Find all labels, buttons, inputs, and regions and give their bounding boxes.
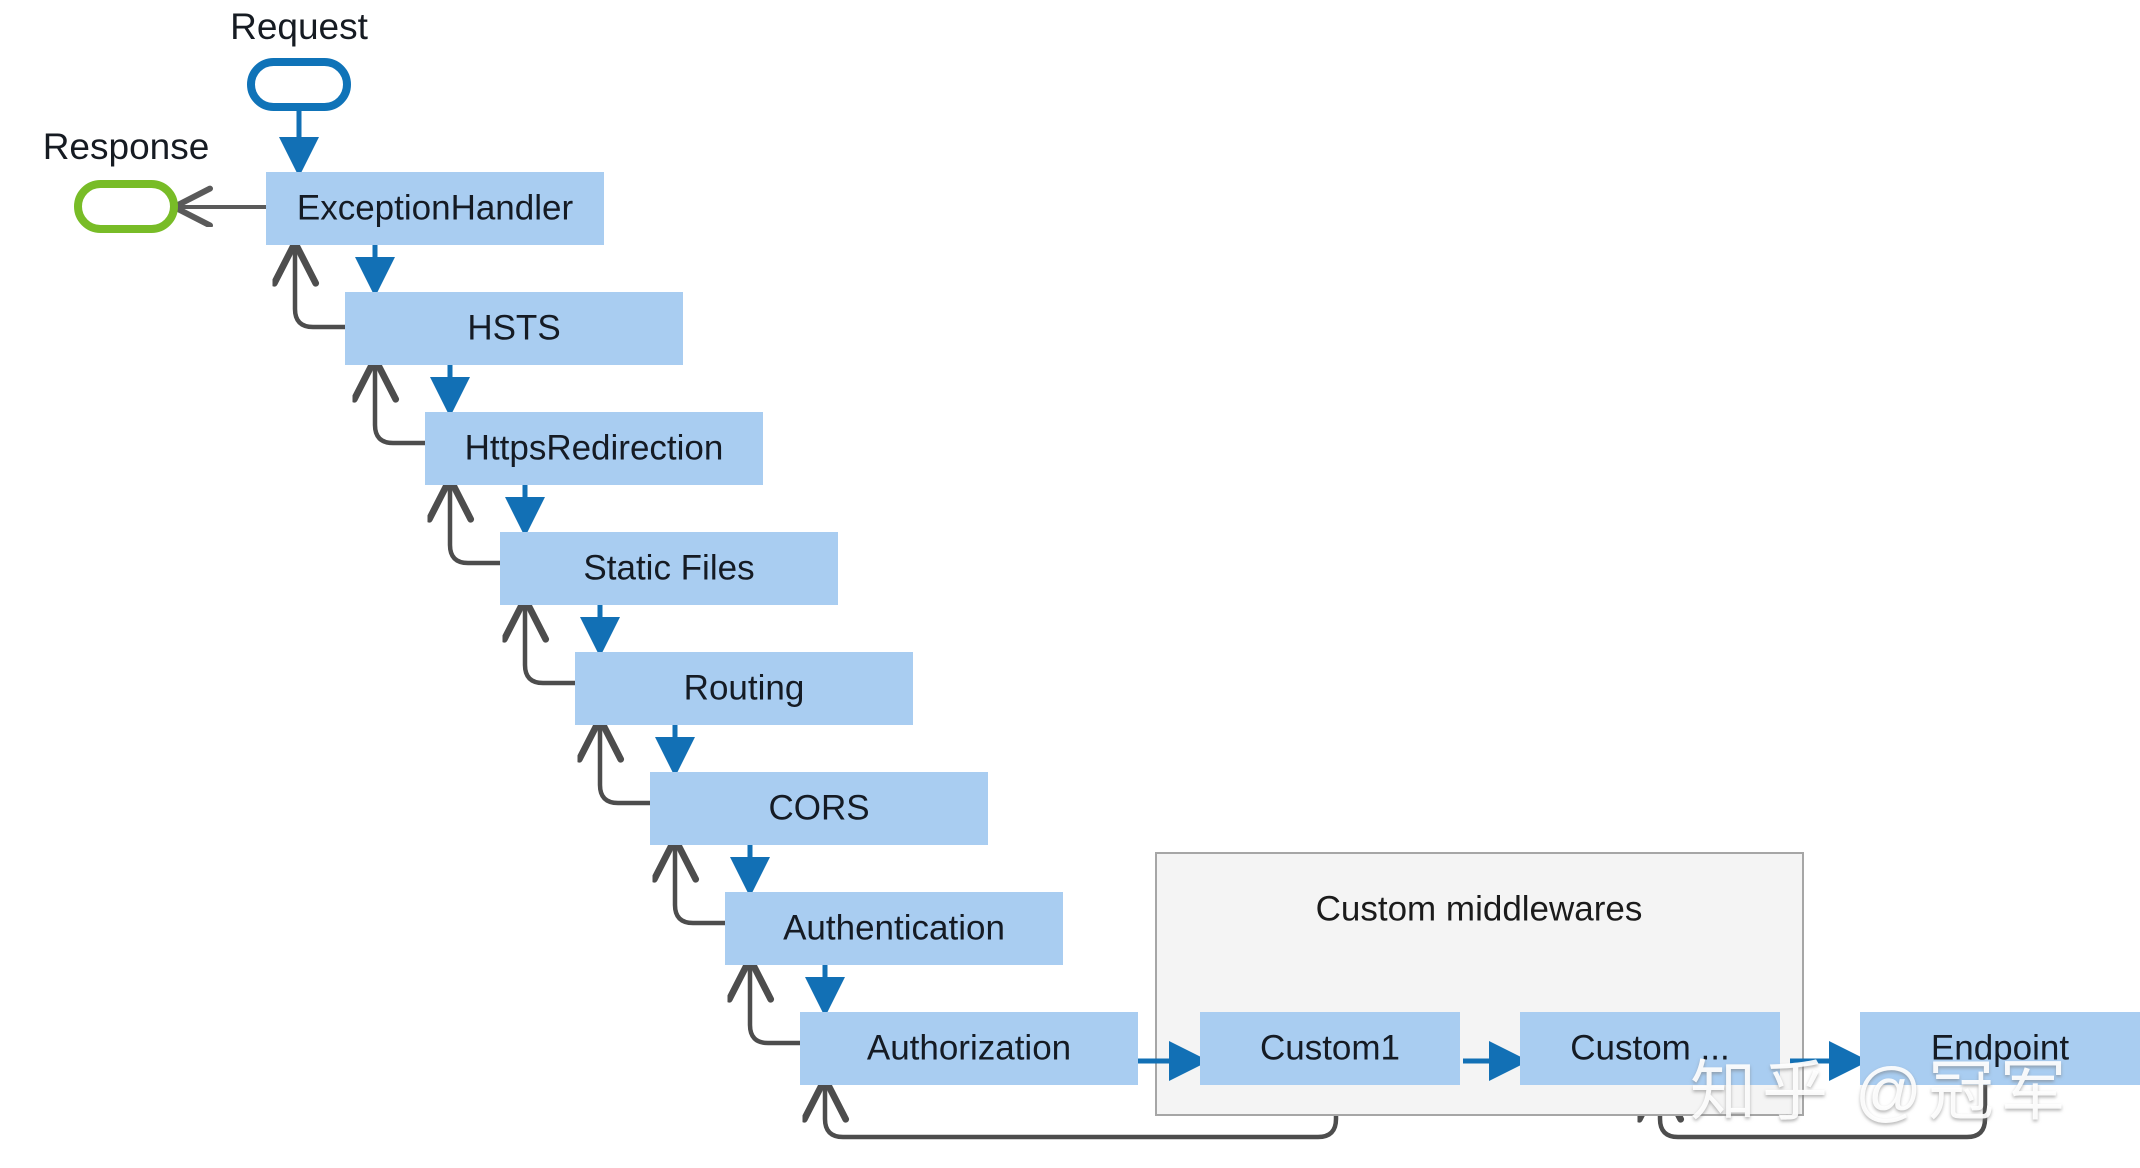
middleware-box-authorization[interactable]: Authorization (800, 1012, 1138, 1085)
return-path-httpsredirection-to-hsts (375, 361, 425, 446)
middleware-box-endpoint[interactable]: Endpoint (1860, 1012, 2140, 1085)
middleware-box-exception-handler[interactable]: ExceptionHandler (266, 172, 604, 245)
middleware-label: CORS (768, 788, 869, 827)
middleware-label: HttpsRedirection (465, 428, 724, 467)
return-path-authentication-to-cors (675, 841, 725, 926)
middleware-box-https-redirection[interactable]: HttpsRedirection (425, 412, 763, 485)
middleware-label: Authentication (783, 908, 1005, 947)
response-capsule-icon[interactable] (74, 180, 178, 233)
middleware-box-authentication[interactable]: Authentication (725, 892, 1063, 965)
return-path-hsts-to-exceptionhandler (295, 245, 345, 330)
middleware-box-routing[interactable]: Routing (575, 652, 913, 725)
middleware-box-custom-n[interactable]: Custom ... (1520, 1012, 1780, 1085)
return-path-routing-to-staticfiles (525, 601, 575, 686)
middleware-label: HSTS (467, 308, 560, 347)
request-label: Request (230, 6, 369, 47)
middleware-box-static-files[interactable]: Static Files (500, 532, 838, 605)
middleware-label: Custom ... (1570, 1028, 1729, 1067)
middleware-box-custom1[interactable]: Custom1 (1200, 1012, 1460, 1085)
request-capsule-icon[interactable] (247, 58, 351, 111)
middleware-label: ExceptionHandler (297, 188, 574, 227)
response-terminal[interactable]: Response (43, 126, 210, 233)
middleware-pipeline-diagram: Custom middlewares Request Response Exce… (43, 6, 2140, 1140)
return-path-authorization-to-authentication (750, 961, 800, 1046)
request-terminal[interactable]: Request (230, 6, 369, 111)
middleware-label: Static Files (583, 548, 754, 587)
return-path-staticfiles-to-httpsredirection (450, 481, 500, 566)
middleware-label: Routing (684, 668, 805, 707)
return-path-cors-to-routing (600, 721, 650, 806)
middleware-box-hsts[interactable]: HSTS (345, 292, 683, 365)
diagram-canvas: Custom middlewares Request Response Exce… (0, 0, 2140, 1168)
response-label: Response (43, 126, 210, 167)
middleware-box-cors[interactable]: CORS (650, 772, 988, 845)
middleware-label: Custom1 (1260, 1028, 1400, 1067)
custom-middlewares-title: Custom middlewares (1316, 889, 1643, 928)
middleware-label: Endpoint (1931, 1028, 2069, 1067)
middleware-label: Authorization (867, 1028, 1071, 1067)
